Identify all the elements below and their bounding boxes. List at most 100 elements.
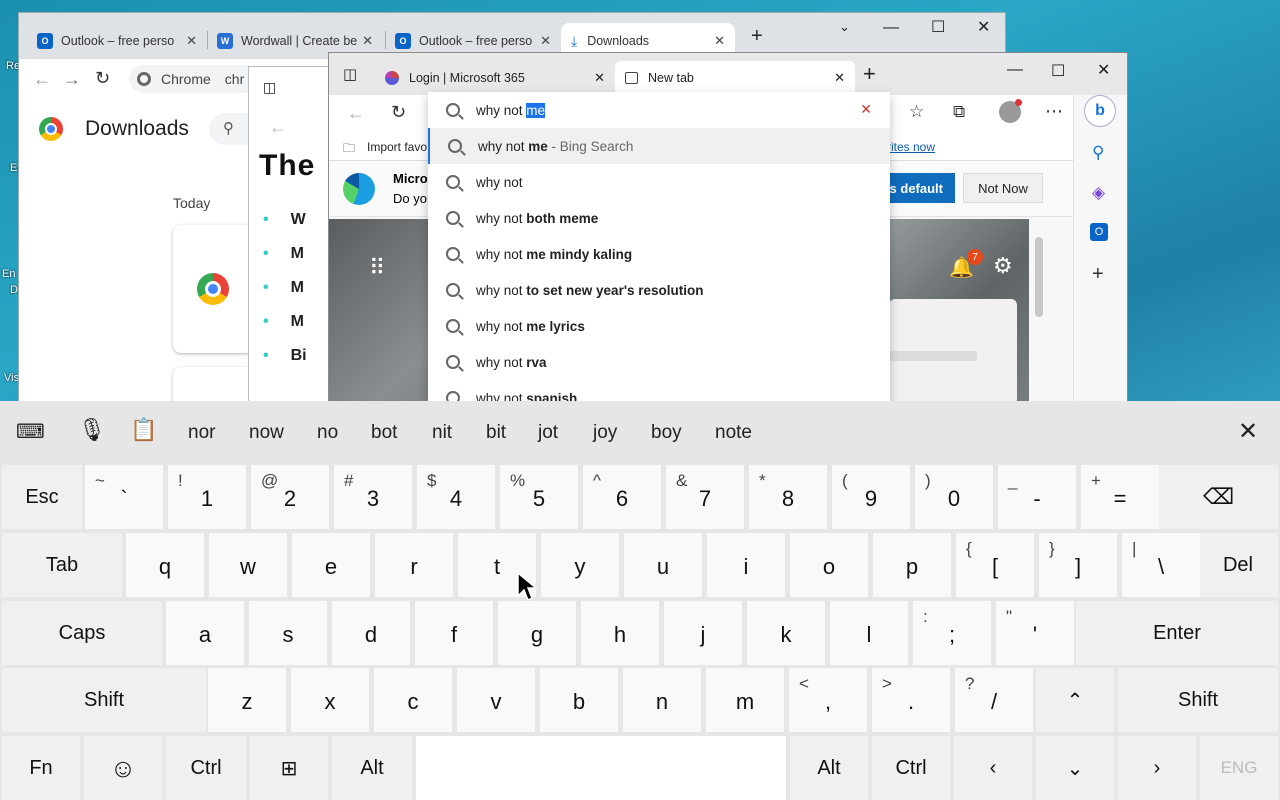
outlook-icon[interactable]: O — [1090, 223, 1108, 241]
key-`[interactable]: ~ ` — [85, 465, 163, 529]
key-g[interactable]: g — [498, 601, 576, 665]
maximize-button[interactable]: ☐ — [1051, 61, 1065, 81]
arrow-down-key[interactable]: ⌄ — [1036, 736, 1114, 800]
address-input[interactable]: why not me ✕ — [428, 92, 890, 128]
key-x[interactable]: x — [291, 668, 369, 732]
key-symbol[interactable]: {[ — [956, 533, 1034, 597]
scrollbar[interactable] — [1029, 219, 1057, 405]
key-9[interactable]: (9 — [832, 465, 910, 529]
close-window-button[interactable]: ✕ — [977, 17, 990, 37]
key-c[interactable]: c — [374, 668, 452, 732]
key-u[interactable]: u — [624, 533, 702, 597]
list-item[interactable]: • W — [263, 203, 307, 237]
keyboard-settings-icon[interactable]: ⌨ — [16, 419, 45, 444]
sidebar-toggle-icon[interactable]: ◫ — [263, 79, 276, 96]
key-e[interactable]: e — [292, 533, 370, 597]
key-symbol[interactable]: | \ — [1122, 533, 1200, 597]
ctrl-key-left[interactable]: Ctrl — [166, 736, 246, 800]
suggestion-item[interactable]: why not — [428, 164, 890, 200]
more-menu-icon[interactable]: ⋯ — [1045, 101, 1063, 122]
office-icon[interactable]: ◈ — [1092, 183, 1105, 203]
backspace-key[interactable]: ⌫ — [1159, 465, 1278, 529]
key-j[interactable]: j — [664, 601, 742, 665]
key-symbol[interactable]: " ' — [996, 601, 1074, 665]
key-o[interactable]: o — [790, 533, 868, 597]
import-favorites-label[interactable]: Import favo — [367, 140, 427, 154]
bing-chat-icon[interactable]: b — [1084, 95, 1116, 127]
fn-key[interactable]: Fn — [2, 736, 80, 800]
import-favorites-link[interactable]: rites now — [887, 140, 935, 154]
candidate-word[interactable]: jot — [538, 422, 558, 444]
list-item[interactable]: • M — [263, 237, 307, 271]
windows-key[interactable]: ⊞ — [250, 736, 328, 800]
minimize-button[interactable]: — — [883, 19, 899, 37]
key-5[interactable]: % 5 — [500, 465, 578, 529]
reload-icon[interactable]: ↻ — [391, 102, 406, 123]
enter-key[interactable]: Enter — [1076, 601, 1278, 665]
close-tab-icon[interactable]: ✕ — [594, 70, 605, 86]
caps-key[interactable]: Caps — [2, 601, 162, 665]
key-w[interactable]: w — [209, 533, 287, 597]
clear-icon[interactable]: ✕ — [860, 101, 872, 118]
key-symbol[interactable]: ? / — [955, 668, 1033, 732]
key-symbol[interactable]: }] — [1039, 533, 1117, 597]
key-1[interactable]: ! 1 — [168, 465, 246, 529]
arrow-right-key[interactable]: › — [1118, 736, 1196, 800]
candidate-word[interactable]: bot — [371, 422, 397, 444]
close-tab-icon[interactable]: ✕ — [186, 33, 197, 49]
key-a[interactable]: a — [166, 601, 244, 665]
close-window-button[interactable]: ✕ — [1097, 60, 1110, 80]
key-f[interactable]: f — [415, 601, 493, 665]
apps-grid-icon[interactable]: ⠿ — [369, 255, 385, 281]
key-b[interactable]: b — [540, 668, 618, 732]
key-n[interactable]: n — [623, 668, 701, 732]
alt-key-right[interactable]: Alt — [790, 736, 868, 800]
esc-key[interactable]: Esc — [2, 465, 82, 529]
arrow-up-key[interactable]: ⌃ — [1036, 668, 1114, 732]
close-tab-icon[interactable]: ✕ — [714, 33, 725, 49]
space-key[interactable] — [416, 736, 786, 800]
key-8[interactable]: * 8 — [749, 465, 827, 529]
back-arrow-icon[interactable]: ← — [33, 69, 51, 90]
tab-outlook[interactable]: O Outlook – free perso ✕ — [27, 23, 207, 59]
key-6[interactable]: ^ 6 — [583, 465, 661, 529]
search-icon[interactable]: ⚲ — [1092, 143, 1104, 163]
suggestion-item[interactable]: why not to set new year's resolution — [428, 272, 890, 308]
shift-key-right[interactable]: Shift — [1118, 668, 1278, 732]
key-2[interactable]: @2 — [251, 465, 329, 529]
suggestion-item[interactable]: why not spanish — [428, 380, 890, 402]
tab-login-microsoft-365[interactable]: Login | Microsoft 365 ✕ — [375, 61, 615, 95]
key-p[interactable]: p — [873, 533, 951, 597]
ctrl-key-right[interactable]: Ctrl — [872, 736, 950, 800]
key-3[interactable]: #3 — [334, 465, 412, 529]
arrow-left-key[interactable]: ‹ — [954, 736, 1032, 800]
suggestion-item[interactable]: why not rva — [428, 344, 890, 380]
candidate-word[interactable]: now — [249, 422, 284, 444]
maximize-button[interactable]: ☐ — [931, 17, 945, 37]
clipboard-icon[interactable]: 📋 — [130, 417, 157, 443]
favorites-icon[interactable]: ☆ — [909, 102, 924, 122]
new-tab-button[interactable]: + — [751, 25, 763, 48]
key-7[interactable]: & 7 — [666, 465, 744, 529]
key-v[interactable]: v — [457, 668, 535, 732]
candidate-word[interactable]: note — [715, 422, 752, 444]
settings-gear-icon[interactable]: ⚙ — [993, 253, 1013, 279]
collections-icon[interactable]: ⧉ — [953, 102, 965, 122]
suggestion-item[interactable]: why not both meme — [428, 200, 890, 236]
tab-key[interactable]: Tab — [2, 533, 122, 597]
key-symbol[interactable]: <, — [789, 668, 867, 732]
close-tab-icon[interactable]: ✕ — [540, 33, 551, 49]
key-y[interactable]: y — [541, 533, 619, 597]
download-card[interactable] — [173, 225, 253, 353]
key-symbol[interactable]: >. — [872, 668, 950, 732]
key-q[interactable]: q — [126, 533, 204, 597]
back-arrow-icon[interactable]: ← — [347, 103, 365, 124]
tab-actions-icon[interactable]: ◫ — [343, 65, 357, 83]
list-item[interactable]: • M — [263, 271, 307, 305]
delete-key[interactable]: Del — [1198, 533, 1278, 597]
reload-icon[interactable]: ↻ — [95, 68, 110, 89]
forward-arrow-icon[interactable]: → — [63, 69, 81, 90]
candidate-word[interactable]: nit — [432, 422, 452, 444]
emoji-key[interactable]: ☺ — [84, 736, 162, 800]
key-s[interactable]: s — [249, 601, 327, 665]
